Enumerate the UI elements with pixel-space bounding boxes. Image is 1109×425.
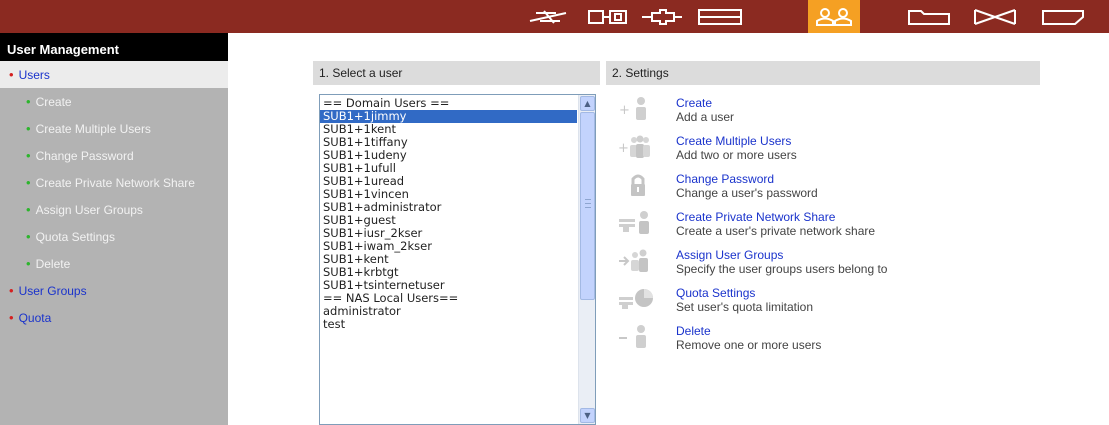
- sidebar: User Management • Users • Create • Create M…: [0, 33, 228, 425]
- network-icon[interactable]: [522, 0, 574, 33]
- svg-text:+: +: [618, 141, 629, 156]
- grip-icon: [585, 199, 591, 208]
- setting-desc: Add two or more users: [676, 148, 797, 162]
- user-listbox[interactable]: == Domain Users == SUB1+1jimmy SUB1+1ken…: [319, 94, 596, 425]
- setting-title[interactable]: Change Password: [676, 172, 774, 186]
- bullet-icon: •: [26, 202, 31, 217]
- sidebar-item-label: Quota Settings: [35, 230, 115, 244]
- sidebar-item-change-password[interactable]: • Change Password: [0, 142, 228, 169]
- setting-title[interactable]: Create Private Network Share: [676, 210, 835, 224]
- setting-title[interactable]: Create: [676, 96, 712, 110]
- sidebar-item-label: Assign User Groups: [35, 203, 143, 217]
- bullet-icon: •: [26, 121, 31, 136]
- setting-desc: Add a user: [676, 110, 735, 124]
- select-user-heading: 1. Select a user: [313, 61, 600, 85]
- sidebar-item-label: Create Multiple Users: [35, 122, 151, 136]
- user-list-items: == Domain Users == SUB1+1jimmy SUB1+1ken…: [320, 97, 577, 331]
- scroll-down-icon[interactable]: ▼: [580, 408, 595, 423]
- vertical-scrollbar[interactable]: ▲ ▼: [578, 95, 595, 424]
- list-item[interactable]: administrator: [320, 305, 577, 318]
- sidebar-item-label: Change Password: [35, 149, 134, 163]
- sidebar-item-label: Quota: [18, 311, 52, 325]
- sidebar-item-quota[interactable]: • Quota: [0, 304, 228, 331]
- tools-icon[interactable]: [969, 0, 1021, 33]
- scroll-thumb[interactable]: [580, 112, 595, 300]
- sidebar-item-label: Create: [35, 95, 72, 109]
- sidebar-item-label: Users: [18, 68, 50, 82]
- quota-pie-icon: [619, 289, 653, 309]
- sidebar-item-create[interactable]: • Create: [0, 88, 228, 115]
- setting-create-private-network-share[interactable]: Create Private Network Share Create a us…: [612, 207, 1042, 245]
- setting-create-multiple-users[interactable]: + Create Multiple Users Add two or more …: [612, 131, 1042, 169]
- sidebar-item-create-private-network-share[interactable]: • Create Private Network Share: [0, 169, 228, 196]
- top-nav-bar: [0, 0, 1109, 33]
- setting-title[interactable]: Assign User Groups: [676, 248, 783, 262]
- device-connect-icon[interactable]: [636, 0, 688, 33]
- svg-text:+: +: [619, 103, 630, 118]
- setting-desc: Set user's quota limitation: [676, 300, 814, 314]
- setting-delete[interactable]: Delete Remove one or more users: [612, 321, 1042, 359]
- setting-title[interactable]: Quota Settings: [676, 286, 755, 300]
- sidebar-item-label: User Groups: [18, 284, 87, 298]
- settings-list: + Create Add a user + Create Multiple Us…: [612, 93, 1042, 359]
- sidebar-item-users[interactable]: • Users: [0, 61, 228, 88]
- setting-assign-user-groups[interactable]: Assign User Groups Specify the user grou…: [612, 245, 1042, 283]
- settings-heading: 2. Settings: [606, 61, 1040, 85]
- bullet-icon: •: [26, 256, 31, 271]
- server-icon[interactable]: [582, 0, 634, 33]
- assign-groups-icon: [619, 249, 648, 272]
- setting-quota-settings[interactable]: Quota Settings Set user's quota limitati…: [612, 283, 1042, 321]
- users-icon[interactable]: [808, 0, 860, 33]
- sidebar-item-assign-user-groups[interactable]: • Assign User Groups: [0, 196, 228, 223]
- remove-user-icon: [619, 325, 646, 348]
- sidebar-item-label: Create Private Network Share: [35, 176, 195, 190]
- bullet-icon: •: [9, 310, 14, 325]
- setting-title[interactable]: Delete: [676, 324, 711, 338]
- sidebar-item-user-groups[interactable]: • User Groups: [0, 277, 228, 304]
- bullet-icon: •: [26, 148, 31, 163]
- setting-desc: Specify the user groups users belong to: [676, 262, 888, 276]
- setting-title[interactable]: Create Multiple Users: [676, 134, 791, 148]
- sidebar-item-quota-settings[interactable]: • Quota Settings: [0, 223, 228, 250]
- setting-desc: Remove one or more users: [676, 338, 822, 352]
- setting-desc: Change a user's password: [676, 186, 818, 200]
- padlock-icon: [631, 174, 645, 196]
- scroll-up-icon[interactable]: ▲: [580, 96, 595, 111]
- sidebar-title: User Management: [0, 33, 228, 61]
- sidebar-item-delete[interactable]: • Delete: [0, 250, 228, 277]
- list-item[interactable]: test: [320, 318, 577, 331]
- add-multiple-users-icon: +: [618, 135, 650, 158]
- sidebar-menu: • Users • Create • Create Multiple Users • C…: [0, 61, 228, 331]
- bullet-icon: •: [26, 229, 31, 244]
- status-icon[interactable]: [1037, 0, 1089, 33]
- disk-icon[interactable]: [694, 0, 746, 33]
- setting-desc: Create a user's private network share: [676, 224, 876, 238]
- sidebar-item-label: Delete: [35, 257, 71, 271]
- folder-icon[interactable]: [903, 0, 955, 33]
- bullet-icon: •: [26, 94, 31, 109]
- sidebar-item-create-multiple-users[interactable]: • Create Multiple Users: [0, 115, 228, 142]
- setting-create[interactable]: + Create Add a user: [612, 93, 1042, 131]
- private-share-icon: [619, 211, 649, 234]
- bullet-icon: •: [9, 283, 14, 298]
- bullet-icon: •: [9, 67, 14, 82]
- bullet-icon: •: [26, 175, 31, 190]
- setting-change-password[interactable]: Change Password Change a user's password: [612, 169, 1042, 207]
- add-user-icon: +: [619, 97, 646, 120]
